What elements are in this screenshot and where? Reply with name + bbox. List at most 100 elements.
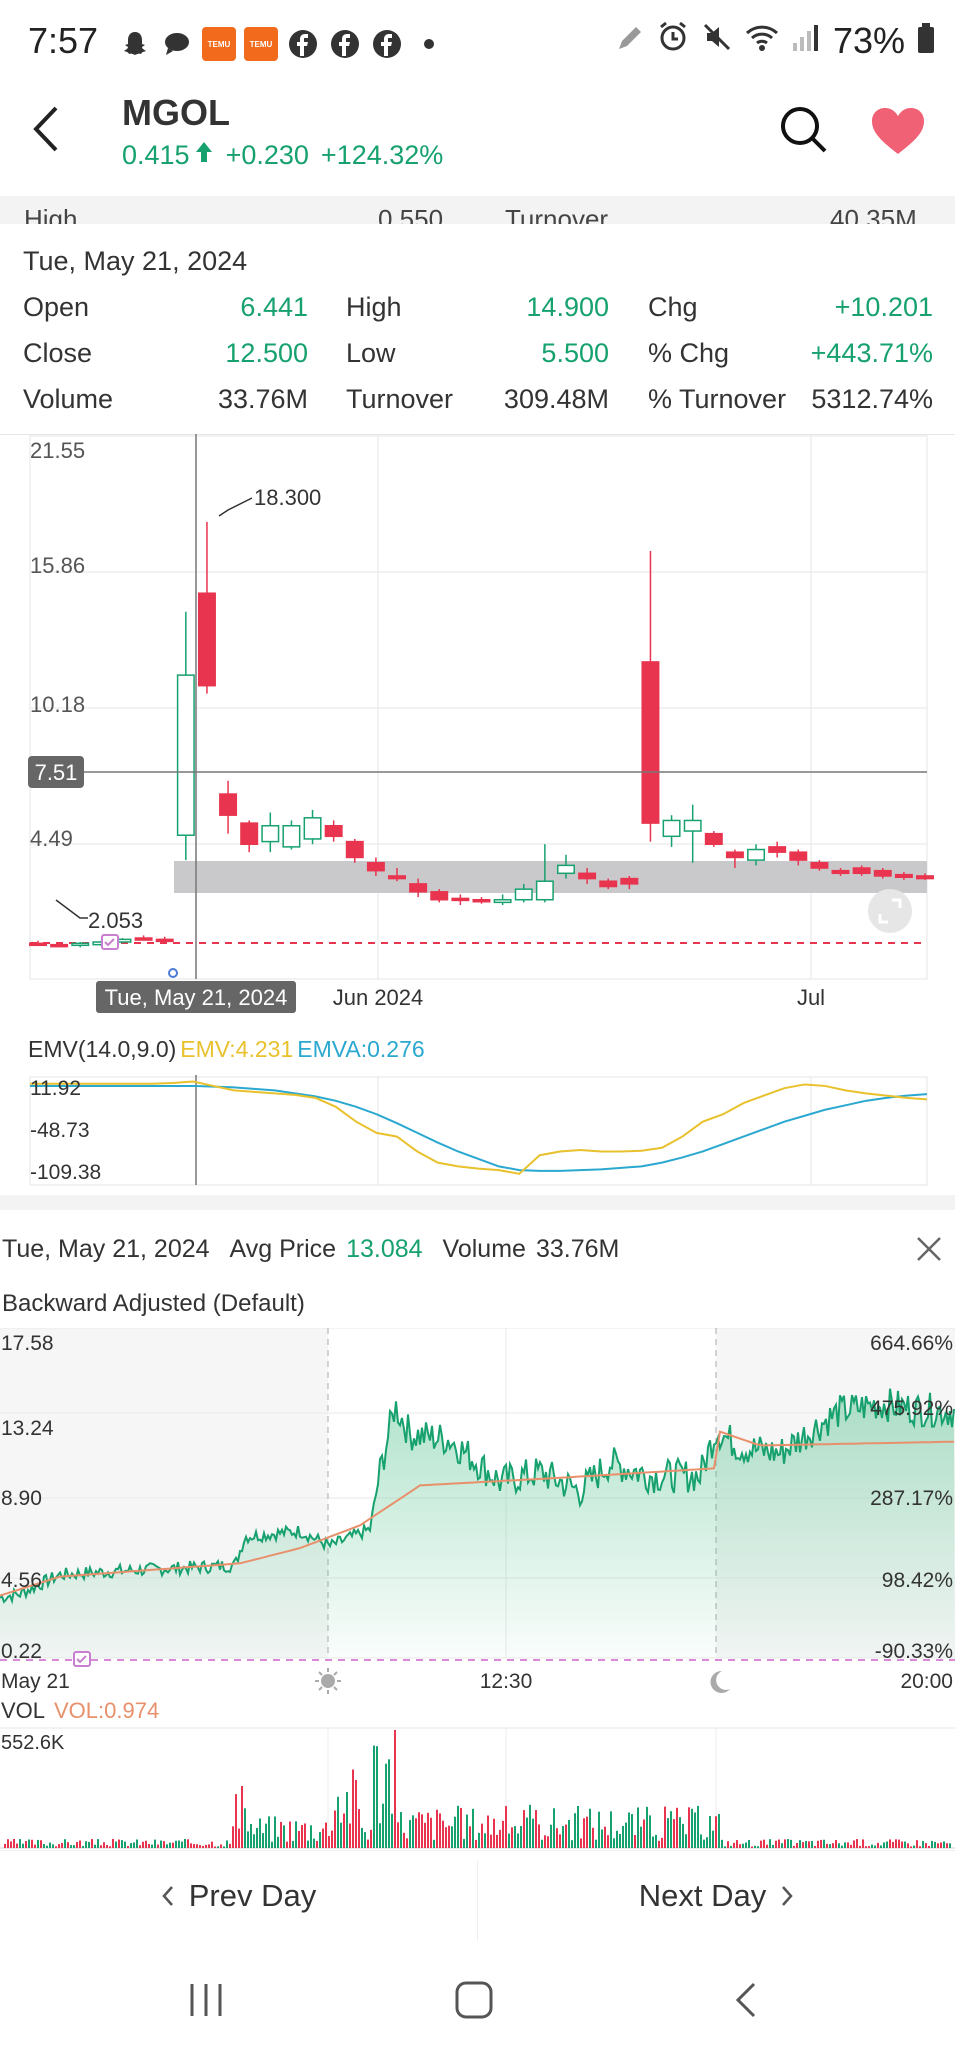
volume-bar [520, 1826, 522, 1848]
volume-bar [403, 1832, 405, 1848]
k-ytick: 21.55 [30, 438, 85, 463]
volume-bar [52, 1844, 54, 1848]
emv-ytick: 11.92 [30, 1077, 81, 1100]
volume-bar [445, 1827, 447, 1848]
volume-bar [712, 1830, 714, 1848]
volume-bar [94, 1844, 96, 1848]
volume-bar [553, 1808, 555, 1848]
volume-bar [301, 1825, 303, 1848]
back-button[interactable] [26, 102, 66, 156]
volume-bar [25, 1841, 27, 1848]
volume-bar [28, 1839, 30, 1848]
candle [345, 838, 364, 863]
volume-bar [76, 1842, 78, 1848]
volume-bar [622, 1826, 624, 1848]
peek-value-1: 0.550 [378, 204, 444, 224]
volume-bar [895, 1839, 897, 1848]
intraday-chart[interactable]: 17.58 13.24 8.90 4.56 0.22 664.66% 475.9… [0, 1328, 955, 1850]
volume-bar [448, 1825, 450, 1848]
signal-icon [791, 20, 821, 62]
system-back-button[interactable] [728, 1980, 768, 2025]
volume-bar [538, 1824, 540, 1848]
volume-bar [34, 1844, 36, 1848]
price-change: +0.230 [225, 140, 309, 170]
close-intraday-button[interactable] [914, 1234, 944, 1264]
volume-bar [7, 1839, 9, 1848]
volume-bar [466, 1814, 468, 1848]
volume-bar [514, 1826, 516, 1848]
candle [155, 936, 174, 943]
next-day-button[interactable]: Next Day [478, 1851, 955, 1941]
candle [240, 820, 259, 853]
volume-bar [451, 1826, 453, 1848]
volume-bar [61, 1842, 63, 1848]
prev-day-button[interactable]: Prev Day [0, 1851, 477, 1941]
volume-bar [544, 1835, 546, 1848]
temu-label: TEMU [207, 39, 231, 49]
next-day-label: Next Day [638, 1878, 767, 1913]
volume-bar [736, 1840, 738, 1848]
volume-bar [253, 1834, 255, 1848]
volume-bar [853, 1840, 855, 1848]
volume-bar [265, 1823, 267, 1848]
watchlist-button[interactable] [870, 106, 926, 156]
volume-bar [562, 1826, 564, 1848]
snapchat-icon [118, 27, 152, 61]
volume-bar [232, 1826, 234, 1848]
recents-button[interactable] [186, 1980, 226, 2025]
battery-icon [917, 20, 935, 62]
chat-icon [160, 27, 194, 61]
volume-bar [283, 1825, 285, 1848]
home-button[interactable] [454, 1980, 494, 2025]
close-label: Close [23, 338, 93, 368]
volume-bar [790, 1839, 792, 1848]
day-nav-bar: Prev Day Next Day [0, 1850, 955, 1941]
volume-bar [706, 1837, 708, 1848]
search-button[interactable] [778, 104, 830, 156]
volume-bar [928, 1845, 930, 1848]
adjust-mode-label[interactable]: Backward Adjusted (Default) [2, 1290, 305, 1318]
volume-bar [280, 1821, 282, 1848]
i-ytick-left: 4.56 [1, 1569, 42, 1592]
volume-bar [157, 1844, 159, 1848]
volume-bar [10, 1841, 12, 1848]
volume-bar [532, 1818, 534, 1848]
volume-bar [88, 1841, 90, 1848]
fullscreen-button[interactable] [868, 889, 912, 933]
volume-bar [340, 1822, 342, 1848]
chevron-right-icon [782, 1886, 793, 1906]
volume-bar [535, 1810, 537, 1848]
event-marker-icon[interactable] [73, 1651, 91, 1667]
event-dot-icon[interactable] [168, 968, 178, 978]
volume-bar [685, 1834, 687, 1848]
volume-bar [22, 1843, 24, 1848]
emv-legend[interactable]: EMV(14.0,9.0) EMV:4.231 EMVA:0.276 [28, 1036, 425, 1063]
volume-bar [874, 1845, 876, 1848]
volume-bar [259, 1818, 261, 1848]
volume-bar [763, 1839, 765, 1848]
volume-bar [181, 1841, 183, 1848]
candle [71, 942, 90, 948]
volume-bar [817, 1840, 819, 1848]
volume-bar [262, 1833, 264, 1848]
volume-bar [577, 1806, 579, 1848]
volume-bar [367, 1839, 369, 1848]
volume-bar [661, 1837, 663, 1848]
volume-bar [100, 1845, 102, 1848]
event-marker-icon[interactable] [101, 934, 119, 950]
volume-bar [55, 1846, 57, 1848]
volume-bar [430, 1817, 432, 1848]
chg-value: +10.201 [834, 292, 933, 322]
volume-bar [565, 1824, 567, 1848]
volume-bar [163, 1841, 165, 1848]
candle [176, 611, 195, 861]
volume-bar [559, 1834, 561, 1848]
i-xtick-end: 20:00 [900, 1670, 953, 1693]
high-value: 14.900 [526, 292, 609, 322]
volume-bar [604, 1826, 606, 1848]
volume-bar [16, 1843, 18, 1848]
back-arrow-icon [33, 106, 58, 152]
volume-bar [166, 1844, 168, 1848]
volume-bar [472, 1808, 474, 1848]
volume-bar [886, 1841, 888, 1848]
